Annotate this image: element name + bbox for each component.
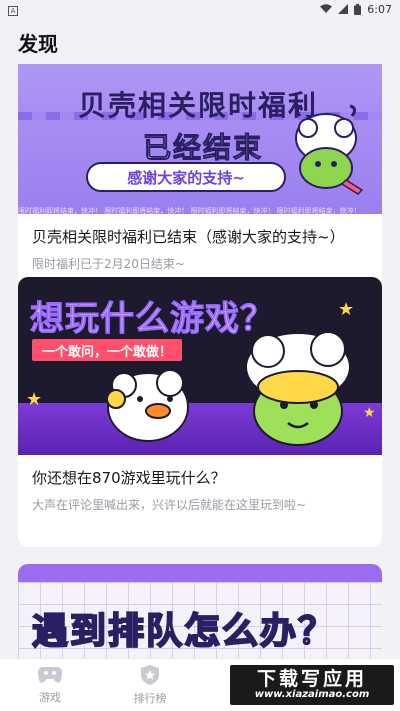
tab-label: 游戏	[39, 691, 61, 704]
header: 发现	[0, 20, 400, 64]
signal-icon	[338, 4, 349, 14]
app-notification-icon: A	[8, 5, 18, 16]
tab-games[interactable]: 游戏	[0, 659, 100, 711]
star-icon: ★	[338, 299, 355, 320]
card-title[interactable]: 你还想在870游戏里玩什么？	[32, 467, 368, 488]
watermark-url: www.xiazaimao.com	[254, 689, 370, 700]
banner-headline: 遇到排队怎么办？	[31, 610, 337, 653]
green-mascot-illustration	[245, 323, 351, 446]
tab-ranking[interactable]: 排行榜	[100, 659, 200, 711]
page-title: 发现	[18, 31, 58, 56]
discover-feed[interactable]: 贝壳相关限时福利 已经结束 感谢大家的支持~ 限时福利即将结束，快冲！ 限时福利…	[0, 64, 400, 658]
site-watermark: 下载写应用 www.xiazaimao.com	[230, 665, 394, 705]
watermark-brand: 下载写应用	[256, 668, 367, 690]
article-card[interactable]: 想玩什么游戏？ 一个敢问，一个敢做！ ★ ★ ★ 你还想在870游戏里玩什么？ …	[18, 277, 382, 547]
gamepad-icon	[38, 667, 62, 683]
banner-ticker: 限时福利即将结束，快冲！ 限时福利即将结束，快冲！ 限时福利即将结束，快冲！ 限…	[18, 207, 361, 214]
star-icon: ★	[363, 405, 376, 421]
article-card[interactable]: 遇到排队怎么办？	[18, 564, 382, 658]
article-banner: 想玩什么游戏？ 一个敢问，一个敢做！ ★ ★ ★	[18, 277, 382, 455]
card-subtitle: 大声在评论里喊出来，兴许以后就能在这里玩到啦~	[32, 498, 307, 512]
article-banner: 贝壳相关限时福利 已经结束 感谢大家的支持~ 限时福利即将结束，快冲！ 限时福利…	[18, 64, 382, 214]
card-title[interactable]: 贝壳相关限时福利已结束（感谢大家的支持~）	[32, 226, 368, 247]
mascot-illustration	[295, 104, 364, 195]
card-subtitle: 限时福利已于2月20日结束~	[32, 257, 185, 271]
article-banner: 遇到排队怎么办？	[18, 564, 382, 658]
star-icon: ★	[26, 389, 43, 410]
banner-headline-2: 已经结束	[142, 131, 264, 165]
ranking-shield-icon	[141, 665, 159, 685]
banner-pill: 感谢大家的支持~	[86, 162, 286, 192]
tab-label: 排行榜	[133, 692, 167, 705]
banner-headline: 贝壳相关限时福利	[78, 89, 319, 122]
white-mascot-illustration	[106, 369, 189, 442]
status-time: 6:07	[367, 2, 392, 16]
wifi-icon	[320, 4, 333, 13]
status-bar: A 6:07	[0, 0, 400, 18]
battery-icon	[354, 3, 362, 15]
